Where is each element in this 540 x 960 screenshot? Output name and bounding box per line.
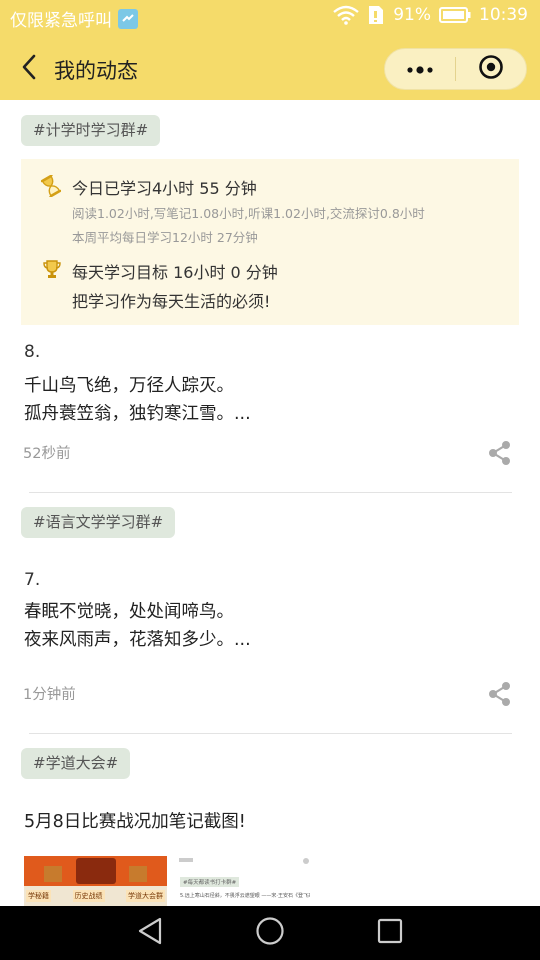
triangle-back-icon — [137, 917, 163, 949]
thumbnail-menu-item: 历史战绩 — [72, 890, 105, 902]
post-line-1: 5月8日比赛战况加笔记截图! — [24, 812, 246, 832]
post-line-1: 春眠不觉晓，处处闻啼鸟。 — [24, 602, 234, 622]
thumbnail-figure — [44, 866, 62, 882]
post-timestamp: 1分钟前 — [23, 687, 76, 703]
status-bar: 仅限紧急呼叫 91% 10:39 — [0, 0, 540, 36]
trophy-icon — [41, 258, 63, 284]
thumbnail-menu-item: 学道大会群 — [126, 890, 165, 902]
post-line-2: 孤舟蓑笠翁，独钓寒江雪。... — [24, 404, 251, 424]
hourglass-icon — [40, 174, 62, 201]
thumbnail-tag: #每天都读书打卡群# — [180, 877, 240, 887]
post-line-1: 千山鸟飞绝，万径人踪灭。 — [24, 376, 234, 396]
post-number: 7. — [24, 570, 41, 590]
system-nav-bar — [0, 906, 540, 960]
battery-percent: 91% — [393, 5, 431, 25]
feed: #计学时学习群# 今日已学习4小时 55 分钟 阅读1.02小时,写笔记1.08… — [0, 100, 540, 906]
thumbnail-text-line — [179, 858, 193, 862]
today-study-time: 今日已学习4小时 55 分钟 — [72, 179, 257, 198]
daily-goal: 每天学习目标 16小时 0 分钟 — [72, 263, 278, 282]
study-breakdown: 阅读1.02小时,写笔记1.08小时,听课1.02小时,交流探讨0.8小时 — [72, 206, 425, 221]
more-button[interactable] — [385, 49, 455, 89]
thumbnail-menu-item: 学秘籍 — [26, 890, 51, 902]
post-timestamp: 52秒前 — [23, 446, 71, 462]
square-recents-icon — [377, 918, 403, 948]
post-image-thumbnail[interactable]: #每天都读书打卡群# 5.远上寒山石径斜，不畏浮云遮望眼 ——宋·王安石《登飞来… — [176, 856, 313, 906]
post-number: 8. — [24, 342, 41, 362]
sim-icon — [367, 5, 385, 25]
back-button[interactable] — [14, 52, 44, 86]
page-title: 我的动态 — [54, 59, 138, 83]
status-right: 91% 10:39 — [333, 5, 528, 25]
share-icon — [487, 441, 513, 470]
study-stats-card: 今日已学习4小时 55 分钟 阅读1.02小时,写笔记1.08小时,听课1.02… — [21, 159, 519, 325]
post-divider — [29, 492, 512, 493]
group-tag[interactable]: #计学时学习群# — [21, 115, 161, 146]
menu-capsule — [384, 48, 527, 90]
share-button[interactable] — [487, 681, 513, 707]
battery-icon — [439, 6, 471, 24]
wifi-icon — [333, 5, 359, 25]
header: 仅限紧急呼叫 91% 10:39 我的动态 — [0, 0, 540, 100]
group-tag[interactable]: #学道大会# — [21, 748, 131, 779]
thumbnail-building — [76, 858, 116, 884]
status-left: 仅限紧急呼叫 — [10, 6, 138, 31]
thumbnail-text: 5.远上寒山石径斜，不畏浮云遮望眼 ——宋·王安石《登飞来峰》 — [180, 893, 310, 899]
nav-recents-button[interactable] — [375, 918, 405, 948]
clock-time: 10:39 — [479, 5, 528, 25]
weekly-average: 本周平均每日学习12小时 27分钟 — [72, 230, 258, 245]
thumbnail-figure — [129, 866, 147, 882]
post-image-thumbnail[interactable]: 学秘籍 历史战绩 学道大会群 — [24, 856, 167, 906]
chevron-left-icon — [21, 54, 37, 84]
title-bar: 我的动态 — [0, 40, 540, 98]
nav-back-button[interactable] — [135, 917, 165, 949]
nav-home-button[interactable] — [255, 916, 285, 950]
circle-home-icon — [255, 916, 285, 950]
share-button[interactable] — [487, 440, 513, 466]
thumbnail-menu: 学秘籍 历史战绩 学道大会群 — [24, 890, 167, 902]
goal-motto: 把学习作为每天生活的必须! — [72, 292, 271, 311]
more-dots-icon — [405, 60, 435, 79]
post-divider — [29, 733, 512, 734]
share-icon — [487, 682, 513, 711]
app-notification-icon — [118, 8, 138, 29]
post-line-2: 夜来风雨声，花落知多少。... — [24, 630, 251, 650]
close-miniapp-button[interactable] — [456, 49, 526, 89]
carrier-text: 仅限紧急呼叫 — [10, 11, 112, 31]
target-circle-icon — [478, 54, 504, 84]
thumbnail-banner — [24, 856, 167, 886]
group-tag[interactable]: #语言文学学习群# — [21, 507, 176, 538]
thumbnail-share-icon — [303, 858, 309, 864]
